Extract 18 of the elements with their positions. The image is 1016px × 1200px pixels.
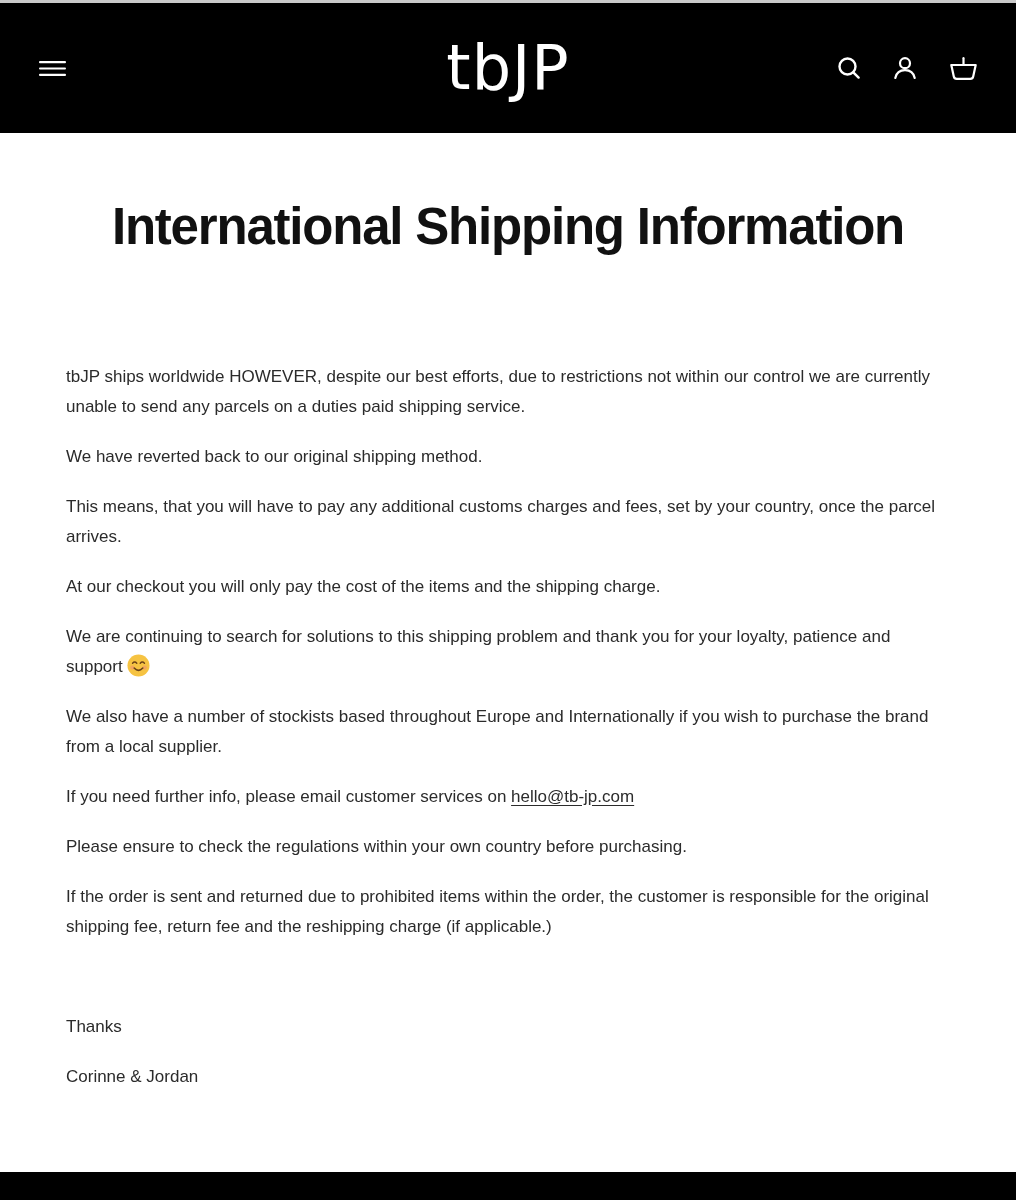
signoff-text: Corinne & Jordan	[66, 1066, 200, 1088]
basket-icon[interactable]	[950, 56, 977, 80]
search-icon[interactable]	[838, 57, 860, 79]
page-title: International Shipping Information	[110, 197, 906, 257]
paragraph: tbJP ships worldwide HOWEVER, despite our best efforts, due to restrictions not within our control we are currently unable to send any parcels on a duties paid shipping service.	[66, 366, 931, 418]
paragraph: If the order is sent and returned due to prohibited items within the order, the customer is responsible for the original shipping fee, return fee and the reshipping charge (if applicable.)	[66, 886, 930, 938]
account-icon[interactable]	[894, 57, 916, 79]
paragraph: We are continuing to search for solutions to this shipping problem and thank you for your loyalty, patience and support	[66, 626, 892, 679]
paragraph: We also have a number of stockists based throughout Europe and Internationally if you wish to purchase the brand from a local supplier.	[66, 706, 930, 758]
paragraph: If you need further info, please email customer services on hello@tb-jp.com	[66, 786, 636, 808]
paragraph: At our checkout you will only pay the cost of the items and the shipping charge.	[66, 576, 662, 598]
paragraph: We have reverted back to our original shipping method.	[66, 446, 484, 468]
menu-icon[interactable]	[39, 60, 66, 76]
smiling-face-icon	[127, 654, 151, 677]
paragraph: This means, that you will have to pay any additional customs charges and fees, set by your country, once the parcel arrives.	[66, 496, 937, 548]
email-link[interactable]: hello@tb-jp.com	[511, 787, 635, 806]
paragraph: Please ensure to check the regulations within your own country before purchasing.	[66, 836, 688, 858]
signoff-text: Thanks	[66, 1016, 123, 1038]
